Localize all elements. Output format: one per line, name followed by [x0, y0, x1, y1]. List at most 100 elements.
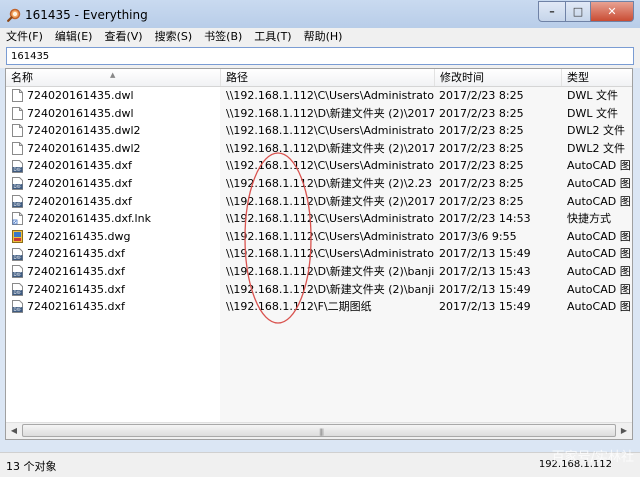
object-count: 13 个对象 [6, 460, 57, 473]
file-modified: 2017/2/23 8:25 [439, 141, 524, 155]
file-path: \\192.168.1.112\C\Users\Administrator\D.… [226, 247, 434, 261]
file-dwg-icon [12, 230, 27, 244]
file-modified: 2017/2/23 8:25 [439, 124, 524, 138]
row-name-cell: DXF 72402161435.dxf [12, 263, 220, 281]
menu-help[interactable]: 帮助(H) [298, 28, 349, 46]
file-type: AutoCAD 图... [567, 300, 631, 314]
file-type: AutoCAD 图形 [567, 229, 631, 243]
magnifier-app-icon [7, 8, 21, 22]
file-type: AutoCAD 图... [567, 247, 631, 261]
file-path: \\192.168.1.112\C\Users\Administrator\D.… [226, 89, 434, 102]
file-name: 72402161435.dxf [27, 282, 125, 296]
file-type: AutoCAD 图... [567, 159, 631, 173]
table-row[interactable]: 724020161435.dwl2 \\192.168.1.112\D\新建文件夹… [6, 140, 632, 158]
svg-text:DXF: DXF [13, 272, 22, 277]
table-row[interactable]: 724020161435.dxf.lnk \\192.168.1.112\C\Us… [6, 210, 632, 228]
file-type: DWL 文件 [567, 89, 618, 102]
list-header: 名称 ▲ 路径 修改时间 类型 [6, 69, 632, 87]
file-dwl-icon [12, 142, 27, 156]
file-name: 724020161435.dxf [27, 194, 132, 208]
file-path: \\192.168.1.112\D\新建文件夹 (2)\banjing... [226, 264, 434, 278]
file-type: AutoCAD 图... [567, 176, 631, 190]
horizontal-scrollbar[interactable]: ◀ ||| ▶ [6, 422, 632, 439]
window-title: 161435 - Everything [25, 8, 148, 22]
svg-text:DXF: DXF [13, 290, 22, 295]
row-name-cell: 72402161435.dwg [12, 228, 220, 246]
row-name-cell: DXF 72402161435.dxf [12, 298, 220, 316]
menu-bookmarks[interactable]: 书签(B) [198, 28, 248, 46]
file-modified: 2017/3/6 9:55 [439, 229, 517, 243]
column-header-modified[interactable]: 修改时间 [435, 69, 562, 86]
menu-view[interactable]: 查看(V) [98, 28, 148, 46]
sort-ascending-icon: ▲ [110, 71, 116, 79]
file-modified: 2017/2/13 15:49 [439, 247, 531, 261]
column-header-path-label: 路径 [226, 71, 248, 84]
file-modified: 2017/2/13 15:49 [439, 282, 531, 296]
table-row[interactable]: DXF 72402161435.dxf \\192.168.1.112\D\新建文件… [6, 263, 632, 281]
column-header-modified-label: 修改时间 [440, 71, 484, 84]
file-modified: 2017/2/23 8:25 [439, 89, 524, 102]
table-row[interactable]: DXF 72402161435.dxf \\192.168.1.112\C\User… [6, 245, 632, 263]
file-dwl-icon [12, 89, 27, 103]
file-dxf-icon: DXF [12, 194, 27, 208]
column-header-type-label: 类型 [567, 71, 589, 84]
file-name: 724020161435.dxf [27, 159, 132, 173]
table-row[interactable]: DXF 724020161435.dxf \\192.168.1.112\D\新建文… [6, 175, 632, 193]
minimize-button[interactable]: – [538, 1, 566, 22]
svg-text:DXF: DXF [13, 202, 22, 207]
file-name: 724020161435.dwl2 [27, 124, 141, 138]
file-modified: 2017/2/13 15:49 [439, 300, 531, 314]
table-row[interactable]: 724020161435.dwl \\192.168.1.112\D\新建文件夹 … [6, 105, 632, 123]
table-row[interactable]: DXF 72402161435.dxf \\192.168.1.112\F\二期图纸… [6, 298, 632, 316]
file-name: 724020161435.dwl [27, 106, 134, 120]
scrollbar-thumb[interactable]: ||| [22, 424, 616, 437]
file-path: \\192.168.1.112\C\Users\Administrator\D.… [226, 159, 434, 173]
file-type: AutoCAD 图... [567, 282, 631, 296]
table-row[interactable]: DXF 72402161435.dxf \\192.168.1.112\D\新建文件… [6, 281, 632, 299]
menu-file[interactable]: 文件(F) [0, 28, 49, 46]
file-name: 72402161435.dxf [27, 300, 125, 314]
file-path: \\192.168.1.112\D\新建文件夹 (2)\banjing... [226, 282, 434, 296]
window-controls: – □ ✕ [538, 1, 634, 22]
file-dwl-icon [12, 124, 27, 138]
column-header-type[interactable]: 类型 [562, 69, 632, 86]
file-name: 724020161435.dwl [27, 89, 134, 102]
row-name-cell: DXF 724020161435.dxf [12, 157, 220, 175]
table-row[interactable]: 724020161435.dwl \\192.168.1.112\C\Users\… [6, 87, 632, 105]
file-modified: 2017/2/23 8:25 [439, 106, 524, 120]
search-input[interactable] [6, 47, 634, 65]
maximize-button[interactable]: □ [566, 1, 591, 22]
row-name-cell: 724020161435.dwl2 [12, 140, 220, 158]
result-rows: 724020161435.dwl \\192.168.1.112\C\Users\… [6, 87, 632, 316]
menu-search[interactable]: 搜索(S) [149, 28, 199, 46]
row-name-cell: DXF 72402161435.dxf [12, 281, 220, 299]
file-type: DWL2 文件 [567, 124, 625, 138]
table-row[interactable]: DXF 724020161435.dxf \\192.168.1.112\C\Use… [6, 157, 632, 175]
file-modified: 2017/2/23 8:25 [439, 159, 524, 173]
table-row[interactable]: 72402161435.dwg \\192.168.1.112\C\Users\A… [6, 228, 632, 246]
scroll-right-icon[interactable]: ▶ [616, 423, 632, 439]
file-path: \\192.168.1.112\C\Users\Administrator\D.… [226, 229, 434, 243]
close-button[interactable]: ✕ [591, 1, 634, 22]
file-modified: 2017/2/13 15:43 [439, 264, 531, 278]
file-name: 724020161435.dxf.lnk [27, 212, 151, 226]
menu-bar: 文件(F) 编辑(E) 查看(V) 搜索(S) 书签(B) 工具(T) 帮助(H… [0, 28, 640, 46]
file-path: \\192.168.1.112\C\Users\Administrator\D.… [226, 124, 434, 138]
menu-edit[interactable]: 编辑(E) [49, 28, 99, 46]
everything-window: 161435 - Everything – □ ✕ 文件(F) 编辑(E) 查看… [0, 0, 640, 477]
scroll-left-icon[interactable]: ◀ [6, 423, 22, 439]
column-header-path[interactable]: 路径 [221, 69, 435, 86]
column-header-name[interactable]: 名称 ▲ [6, 69, 221, 86]
file-type: 快捷方式 [567, 212, 611, 226]
menu-tools[interactable]: 工具(T) [248, 28, 297, 46]
file-type: AutoCAD 图... [567, 264, 631, 278]
table-row[interactable]: 724020161435.dwl2 \\192.168.1.112\C\Users… [6, 122, 632, 140]
table-row[interactable]: DXF 724020161435.dxf \\192.168.1.112\D\新建文… [6, 193, 632, 211]
file-name: 72402161435.dxf [27, 264, 125, 278]
status-bar: 13 个对象 192.168.1.112 [0, 452, 640, 477]
column-header-name-label: 名称 [11, 71, 33, 84]
svg-text:DXF: DXF [13, 184, 22, 189]
title-bar[interactable]: 161435 - Everything – □ ✕ [0, 0, 640, 30]
file-path: \\192.168.1.112\D\新建文件夹 (2)\2017\2.... [226, 194, 434, 208]
file-path: \\192.168.1.112\C\Users\Administrator\A.… [226, 212, 434, 226]
